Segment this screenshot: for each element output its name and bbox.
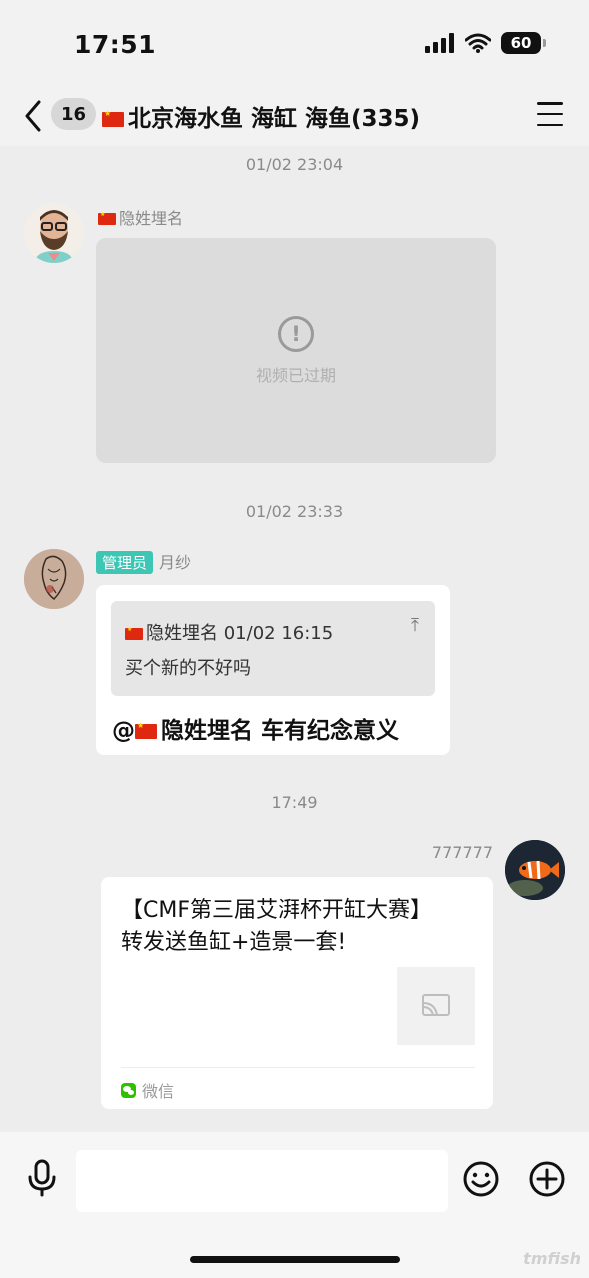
emoji-button[interactable]	[462, 1160, 500, 1198]
status-time: 17:51	[74, 30, 157, 59]
shared-link-source: 微信	[121, 1078, 174, 1102]
sender-name-text: 隐姓埋名	[119, 209, 184, 228]
china-flag-icon	[102, 109, 124, 127]
avatar[interactable]	[505, 840, 565, 900]
avatar-sketch-image	[24, 549, 84, 609]
shared-link-source-text: 微信	[142, 1082, 175, 1101]
reply-message-bubble[interactable]: 隐姓埋名 01/02 16:15 ⤒ 买个新的不好吗 @ 隐姓埋名 车有纪念意义	[96, 585, 450, 755]
status-bar: 17:51 60	[0, 0, 589, 88]
china-flag-icon	[135, 721, 157, 739]
menu-line	[537, 102, 563, 105]
sender-name: 隐姓埋名	[98, 205, 183, 229]
quote-text: 买个新的不好吗	[125, 658, 251, 679]
quote-author: 隐姓埋名	[146, 623, 218, 644]
sender-name: 777777	[431, 843, 493, 862]
mention-symbol: @	[112, 718, 135, 744]
reply-body: 车有纪念意义	[261, 718, 400, 744]
avatar[interactable]	[24, 203, 84, 263]
avatar-clownfish-image	[505, 840, 565, 900]
expired-video-message[interactable]: ! 视频已过期	[96, 238, 496, 463]
battery-icon: 60	[501, 32, 546, 54]
chat-title-text: 北京海水鱼 海缸 海鱼(335)	[128, 106, 421, 132]
message-timestamp: 01/02 23:33	[245, 502, 344, 521]
watermark: tmfish	[523, 1249, 581, 1268]
sender-name: 管理员 月纱	[96, 549, 191, 574]
sender-name-text: 月纱	[159, 553, 192, 572]
exclamation-icon: !	[278, 315, 314, 352]
unread-count-badge[interactable]: 16	[51, 98, 97, 130]
wifi-icon	[465, 33, 491, 53]
reply-text: @ 隐姓埋名 车有纪念意义	[112, 711, 399, 745]
china-flag-icon	[98, 211, 116, 225]
more-options-button[interactable]	[528, 1160, 566, 1198]
chat-menu-button[interactable]	[537, 102, 563, 126]
message-timestamp: 01/02 23:04	[245, 155, 344, 174]
status-icons: 60	[425, 32, 546, 54]
menu-line	[537, 123, 563, 126]
menu-line	[537, 112, 563, 116]
admin-tag: 管理员	[96, 551, 154, 574]
back-button[interactable]	[18, 96, 48, 136]
wechat-icon	[121, 1082, 136, 1098]
mention-name: 隐姓埋名	[161, 718, 253, 744]
quoted-message[interactable]: 隐姓埋名 01/02 16:15 ⤒ 买个新的不好吗	[111, 601, 435, 696]
home-indicator[interactable]	[190, 1256, 400, 1263]
avatar-bearded-man-image	[24, 203, 84, 263]
shared-link-thumbnail	[397, 967, 475, 1045]
avatar[interactable]	[24, 549, 84, 609]
divider	[121, 1067, 475, 1068]
shared-link-card[interactable]: 【CMF第三届艾湃杯开缸大赛】转发送鱼缸+造景一套! 微信	[101, 877, 493, 1109]
message-input-bar: tmfish	[0, 1132, 589, 1278]
china-flag-icon	[125, 626, 143, 640]
jump-to-original-icon[interactable]: ⤒	[411, 615, 419, 636]
voice-input-button[interactable]	[24, 1158, 60, 1198]
microphone-icon	[28, 1159, 56, 1197]
image-placeholder-icon	[422, 994, 450, 1016]
quote-header: 隐姓埋名 01/02 16:15	[125, 619, 333, 645]
shared-link-title: 【CMF第三届艾湃杯开缸大赛】转发送鱼缸+造景一套!	[121, 898, 432, 955]
video-expired-label: 视频已过期	[255, 365, 336, 385]
message-timestamp: 17:49	[271, 793, 318, 812]
quote-time: 01/02 16:15	[223, 623, 334, 644]
chat-title: 北京海水鱼 海缸 海鱼(335)	[102, 99, 420, 133]
chat-header: 16 北京海水鱼 海缸 海鱼(335)	[0, 88, 589, 146]
cellular-signal-icon	[425, 33, 454, 53]
chevron-left-icon	[25, 100, 41, 132]
message-input[interactable]	[76, 1150, 448, 1212]
